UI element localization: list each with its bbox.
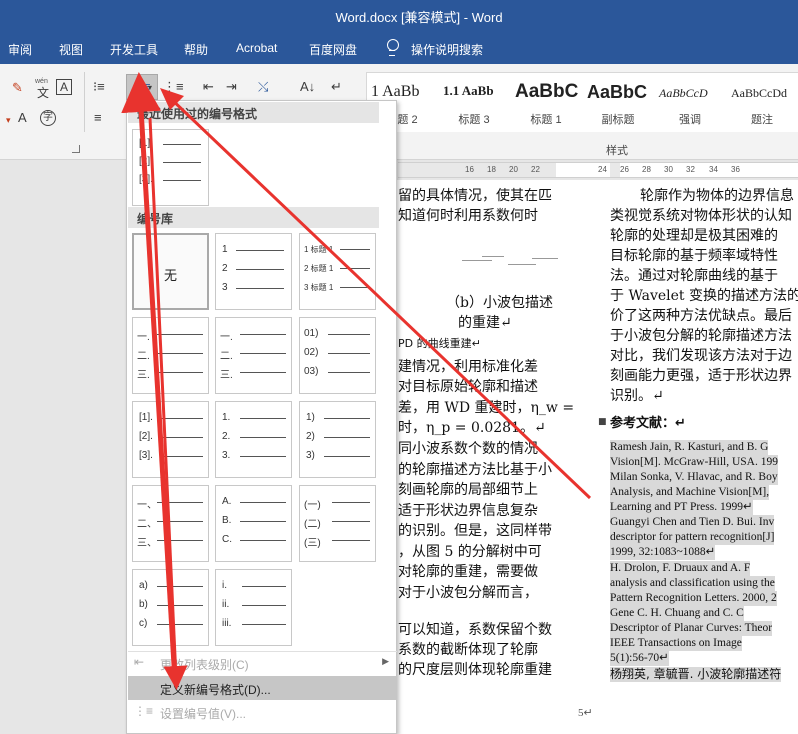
character-border-icon[interactable]: A — [56, 79, 72, 95]
text-effects-icon[interactable]: ✎ — [12, 80, 23, 96]
horizontal-ruler[interactable]: 16 18 20 22 24 26 28 30 32 34 36 — [398, 162, 798, 178]
numbering-library-header: 编号库 — [128, 207, 379, 228]
numbering-bracket[interactable]: [1]. [2]. [3]. — [132, 401, 209, 478]
chevron-down-icon[interactable]: ▾ — [148, 80, 152, 96]
show-marks-icon[interactable]: ↵ — [331, 79, 342, 95]
numbering-roman-lowercase[interactable]: i. ii. iii. — [215, 569, 292, 646]
align-left-icon[interactable]: ≡ — [94, 110, 102, 126]
decrease-indent-icon[interactable]: ⇤ — [203, 79, 214, 95]
tab-help[interactable]: 帮助 — [184, 41, 208, 58]
sort-icon[interactable]: A↓ — [300, 79, 315, 95]
numbering-lowercase-letter[interactable]: a) b) c) — [132, 569, 209, 646]
window-title: Word.docx [兼容模式] - Word — [335, 10, 503, 25]
tab-view[interactable]: 视图 — [59, 41, 83, 58]
ribbon-divider — [84, 72, 85, 132]
char-shading-icon[interactable]: A — [18, 110, 27, 126]
ribbon-tabs: 审阅 视图 开发工具 帮助 Acrobat 百度网盘 操作说明搜索 — [0, 32, 798, 64]
numbering-none[interactable]: 无 — [132, 233, 209, 310]
figure-fragment — [462, 250, 562, 280]
dialog-launcher-icon[interactable] — [72, 145, 80, 153]
tab-acrobat[interactable]: Acrobat — [236, 41, 277, 55]
numbering-uppercase-letter[interactable]: A. B. C. — [215, 485, 292, 562]
chinese-layout-icon[interactable]: ⤯ — [258, 79, 268, 95]
style-heading-1[interactable]: AaBbC 标题 1 — [511, 73, 581, 131]
recent-formats-header: 最近使用过的编号格式 — [128, 102, 379, 123]
tell-me-search[interactable]: 操作说明搜索 — [411, 41, 483, 58]
numbering-heading-linked[interactable]: 1 标题 1 2 标题 1 3 标题 1 — [299, 233, 376, 310]
style-subtitle[interactable]: AaBbC 副标题 — [583, 73, 653, 131]
title-bar: Word.docx [兼容模式] - Word — [0, 0, 798, 32]
style-heading-3[interactable]: 1.1 AaBb 标题 3 — [439, 73, 509, 131]
styles-group-label: 样式 — [606, 145, 628, 157]
style-emphasis[interactable]: AaBbCcD 强调 — [655, 73, 725, 131]
numbering-chinese-dot-indented[interactable]: 一. 二. 三. — [215, 317, 292, 394]
style-caption[interactable]: AaBbCcDd 题注 — [727, 73, 797, 131]
numbering-dropdown: 最近使用过的编号格式 [1]. [2]. [3]. 编号库 无 1 2 3 1 … — [126, 100, 397, 734]
numbering-arabic[interactable]: 1 2 3 — [215, 233, 292, 310]
numbering-arabic-dot[interactable]: 1. 2. 3. — [215, 401, 292, 478]
styles-gallery: 1 AaBb 标题 2 1.1 AaBb 标题 3 AaBbC 标题 1 AaB… — [366, 72, 798, 132]
enclosed-char-icon[interactable]: 字 — [40, 110, 56, 126]
tab-review[interactable]: 审阅 — [8, 41, 32, 58]
multilevel-list-icon[interactable]: ⋮≡ — [163, 79, 184, 95]
tab-baidu-netdisk[interactable]: 百度网盘 — [309, 41, 357, 58]
recent-format-bracket-numbers[interactable]: [1]. [2]. [3]. — [132, 129, 209, 206]
bullets-icon[interactable]: ⁝≡ — [93, 79, 105, 95]
change-list-level-item[interactable]: ⇤ 更改列表级别(C) ▶ — [128, 651, 397, 675]
numbering-value-icon: ⋮≡ — [134, 704, 154, 718]
increase-indent-icon[interactable]: ⇥ — [226, 79, 237, 95]
numbering-chinese-dot[interactable]: 一. 二. 三. — [132, 317, 209, 394]
set-numbering-value-item[interactable]: ⋮≡ 设置编号值(V)... — [128, 700, 397, 724]
references-heading: 参考文献：↵ — [610, 416, 686, 431]
chevron-right-icon: ▶ — [382, 656, 389, 666]
phonetic-guide-icon[interactable]: 文 — [37, 85, 49, 101]
list-level-icon: ⇤ — [134, 655, 145, 669]
page-number: 5↵ — [578, 707, 593, 719]
bullet-icon: ■ — [598, 417, 607, 427]
chevron-down-icon[interactable]: ▾ — [6, 112, 11, 128]
numbering-arabic-paren[interactable]: 1) 2) 3) — [299, 401, 376, 478]
define-new-number-format-item[interactable]: 定义新编号格式(D)... — [128, 676, 397, 700]
tab-developer[interactable]: 开发工具 — [110, 41, 158, 58]
numbering-chinese-paren[interactable]: (一) (二) (三) — [299, 485, 376, 562]
phonetic-guide-label: wén — [35, 78, 48, 85]
numbering-chinese-comma[interactable]: 一、 二、 三、 — [132, 485, 209, 562]
lightbulb-icon — [386, 39, 399, 56]
numbering-zero-padded[interactable]: 01) 02) 03) — [299, 317, 376, 394]
